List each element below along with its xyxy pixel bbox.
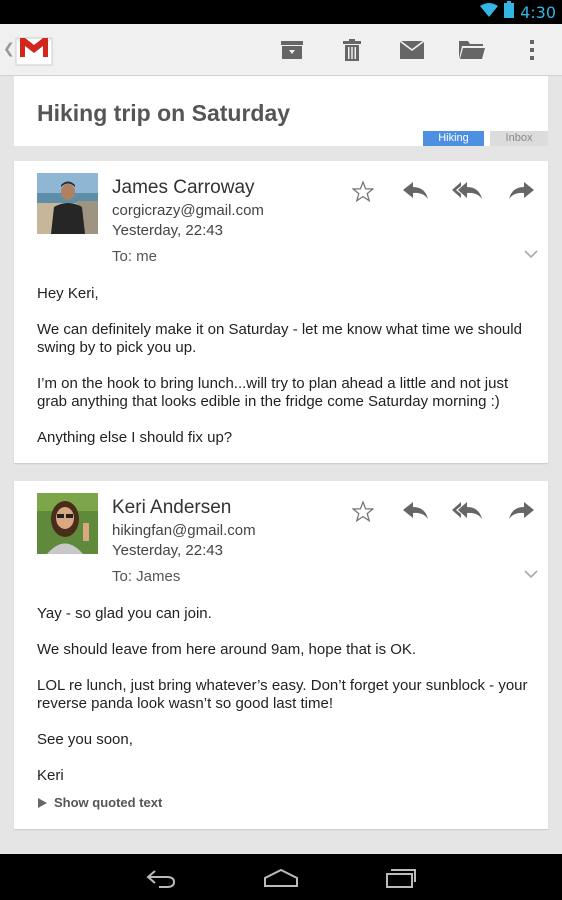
- status-clock: 4:30: [520, 2, 556, 22]
- move-to-folder-icon: [459, 41, 485, 59]
- show-quoted-text-label: Show quoted text: [54, 795, 163, 810]
- body-paragraph: Anything else I should fix up?: [37, 429, 233, 446]
- recipients[interactable]: To: James: [112, 568, 180, 585]
- reply-button[interactable]: [399, 495, 433, 527]
- message-body: Yay - so glad you can join. We should le…: [37, 605, 537, 785]
- body-paragraph: We should leave from here around 9am, ho…: [37, 641, 417, 658]
- message-card: James Carroway corgicrazy@gmail.com Yest…: [14, 161, 548, 463]
- sender-name: Keri Andersen: [112, 497, 232, 518]
- status-bar: 4:30: [0, 0, 562, 24]
- avatar[interactable]: [37, 493, 98, 554]
- message-time: Yesterday, 22:43: [112, 542, 223, 559]
- home-button[interactable]: [257, 863, 305, 893]
- overflow-menu-button[interactable]: [512, 30, 552, 70]
- move-to-folder-button[interactable]: [452, 30, 492, 70]
- star-icon: [352, 500, 374, 522]
- forward-button[interactable]: [504, 495, 538, 527]
- reply-all-icon: [452, 502, 482, 519]
- wifi-icon: [480, 2, 499, 22]
- body-paragraph: LOL re lunch, just bring whatever’s easy…: [37, 677, 528, 712]
- delete-icon: [343, 39, 361, 61]
- reply-button[interactable]: [399, 175, 433, 207]
- battery-icon: [504, 1, 515, 23]
- navigation-bar: [0, 854, 562, 900]
- star-button[interactable]: [346, 495, 380, 527]
- sender-email: hikingfan@gmail.com: [112, 522, 256, 539]
- reply-icon: [403, 502, 428, 519]
- body-paragraph: I’m on the hook to bring lunch...will tr…: [37, 375, 509, 410]
- chevron-down-icon[interactable]: [524, 566, 538, 579]
- show-quoted-text-button[interactable]: Show quoted text: [38, 795, 162, 810]
- mark-unread-button[interactable]: [392, 30, 432, 70]
- label-inbox[interactable]: Inbox: [490, 131, 548, 146]
- forward-icon: [509, 502, 534, 519]
- sender-email: corgicrazy@gmail.com: [112, 202, 264, 219]
- reply-all-icon: [452, 182, 482, 199]
- sender-name: James Carroway: [112, 177, 255, 198]
- forward-button[interactable]: [504, 175, 538, 207]
- delete-button[interactable]: [332, 30, 372, 70]
- back-icon: [146, 870, 176, 888]
- conversation-subject: Hiking trip on Saturday: [37, 100, 291, 126]
- chevron-down-icon[interactable]: [524, 246, 538, 259]
- body-paragraph: We can definitely make it on Saturday - …: [37, 321, 522, 356]
- back-button[interactable]: [137, 863, 185, 893]
- body-paragraph: See you soon,: [37, 731, 133, 748]
- overflow-menu-icon: [530, 40, 534, 60]
- body-paragraph: Yay - so glad you can join.: [37, 605, 212, 622]
- reply-icon: [403, 182, 428, 199]
- avatar[interactable]: [37, 173, 98, 234]
- home-icon: [264, 868, 298, 887]
- action-bar: ❮: [0, 24, 562, 76]
- star-icon: [352, 180, 374, 202]
- recipients[interactable]: To: me: [112, 248, 157, 265]
- reply-all-button[interactable]: [451, 495, 485, 527]
- label-hiking[interactable]: Hiking: [423, 131, 484, 146]
- archive-button[interactable]: [272, 30, 312, 70]
- forward-icon: [509, 182, 534, 199]
- star-button[interactable]: [346, 175, 380, 207]
- gmail-logo[interactable]: [13, 28, 55, 70]
- message-time: Yesterday, 22:43: [112, 222, 223, 239]
- expand-triangle-icon: [38, 797, 47, 808]
- archive-icon: [281, 41, 303, 59]
- recents-button[interactable]: [377, 863, 425, 893]
- body-paragraph: Keri: [37, 767, 64, 784]
- status-icons: 4:30: [480, 1, 556, 23]
- body-paragraph: Hey Keri,: [37, 285, 99, 302]
- message-body: Hey Keri, We can definitely make it on S…: [37, 285, 537, 447]
- reply-all-button[interactable]: [451, 175, 485, 207]
- mark-unread-icon: [400, 41, 424, 59]
- recents-icon: [386, 869, 416, 888]
- message-card: Keri Andersen hikingfan@gmail.com Yester…: [14, 481, 548, 829]
- subject-card: Hiking trip on Saturday Hiking Inbox: [14, 76, 548, 146]
